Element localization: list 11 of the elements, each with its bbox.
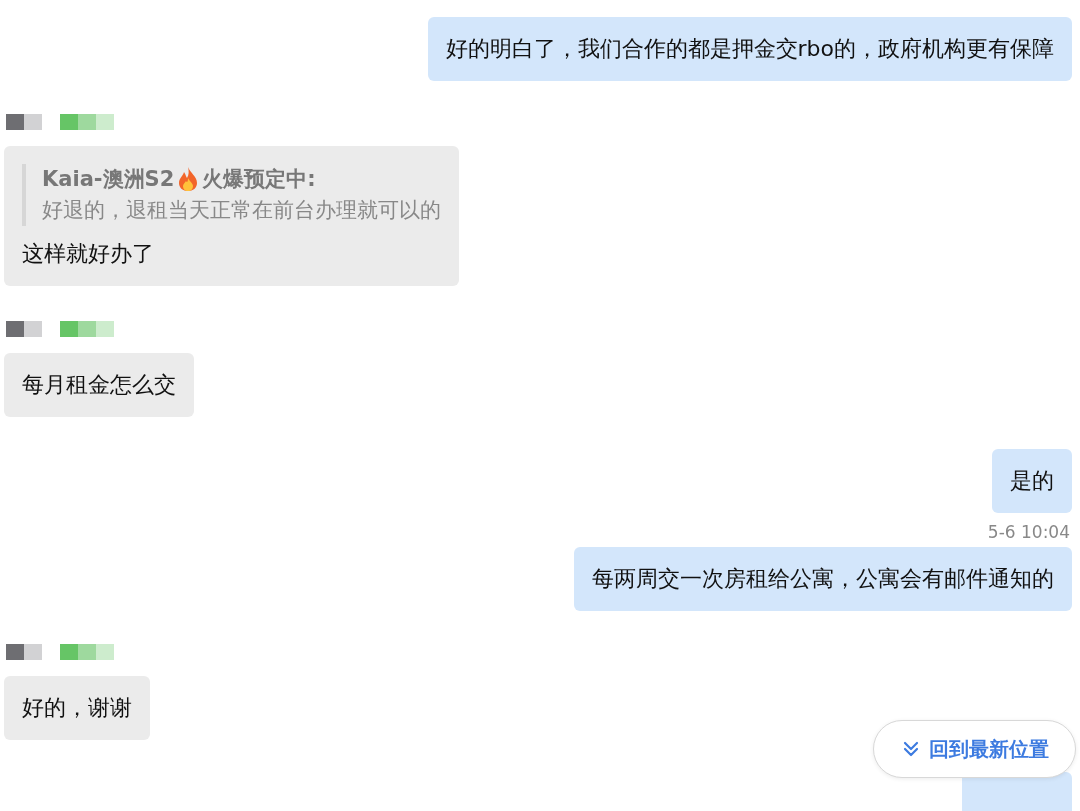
quoted-author-status: 火爆预定中: (202, 166, 316, 193)
message-text: 这样就好办了 (22, 240, 155, 268)
quoted-text: 好退的，退租当天正常在前台办理就可以的 (42, 197, 441, 224)
sent-message-bubble: 好的明白了，我们合作的都是押金交rbo的，政府机构更有保障 (427, 17, 1072, 81)
message-text: 好的，谢谢 (22, 694, 132, 722)
quoted-author: Kaia-澳洲S2 (42, 166, 175, 193)
sent-message-bubble: 每两周交一次房租给公寓，公寓会有邮件通知的 (574, 547, 1072, 611)
message-timestamp: 5-6 10:04 (987, 521, 1071, 543)
jump-to-latest-button[interactable]: 回到最新位置 (873, 720, 1076, 778)
message-text: 每月租金怎么交 (22, 371, 176, 399)
sent-message-bubble: 是的 (992, 449, 1072, 513)
